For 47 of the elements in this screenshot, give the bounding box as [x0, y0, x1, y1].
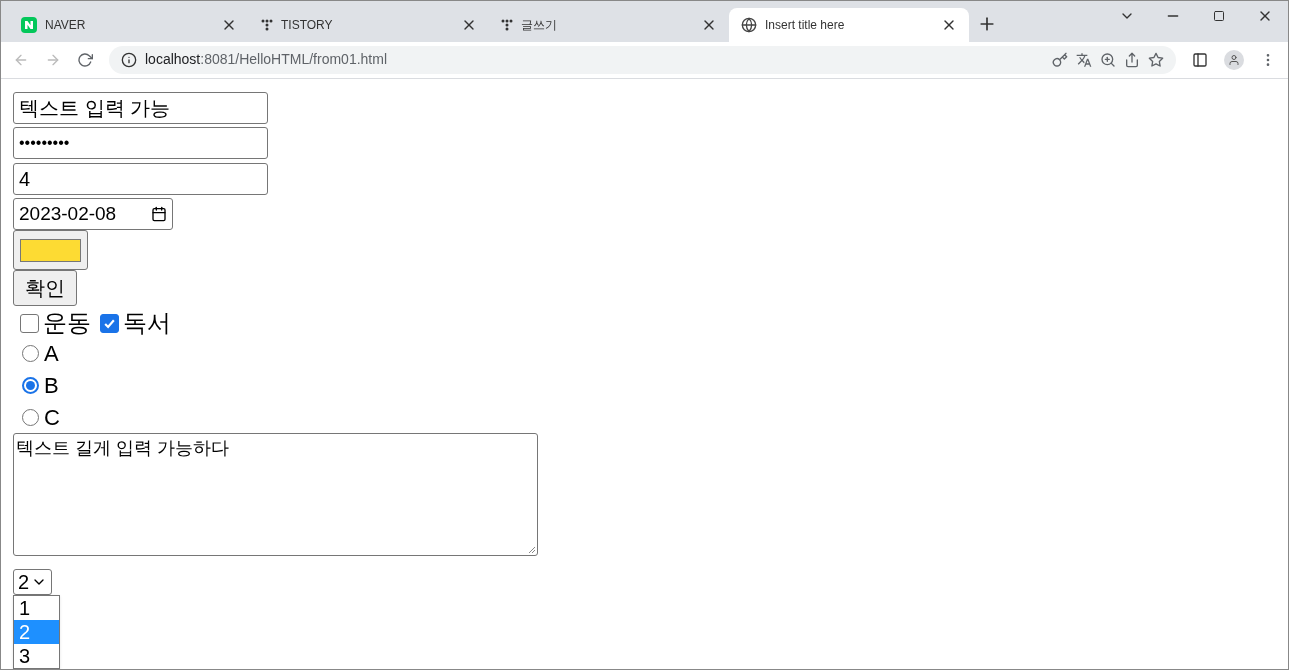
radio-button[interactable] — [22, 344, 39, 362]
radio-label: A — [44, 339, 59, 368]
radio-button[interactable] — [22, 376, 39, 394]
checkbox-label: 운동 — [43, 309, 91, 337]
dots-logo-icon — [501, 18, 513, 31]
date-value: 2023-02-08 — [19, 201, 117, 226]
tab-title: NAVER — [45, 16, 87, 34]
globe-icon — [741, 16, 757, 33]
maximize-icon[interactable] — [1213, 10, 1225, 22]
key-icon[interactable] — [1052, 51, 1068, 68]
address-bar[interactable]: localhost:8081/HelloHTML/from01.html — [109, 45, 1176, 74]
side-panel-icon[interactable] — [1192, 51, 1208, 68]
dropdown-option[interactable]: 3 — [14, 644, 59, 668]
info-icon[interactable] — [121, 51, 137, 68]
browser-tab[interactable]: 글쓰기 — [489, 7, 729, 42]
password-field[interactable]: ••••••••• — [13, 127, 268, 159]
text-input-field[interactable]: 텍스트 입력 가능 — [13, 92, 268, 124]
browser-tab[interactable]: NAVER — [9, 7, 249, 42]
checkbox[interactable] — [100, 313, 119, 333]
calendar-icon[interactable] — [151, 206, 167, 222]
radio-label: B — [44, 371, 59, 400]
radio-button[interactable] — [22, 408, 39, 426]
textarea-field[interactable]: 텍스트 길게 입력 가능하다 — [13, 433, 538, 556]
profile-avatar[interactable] — [1224, 49, 1244, 70]
share-icon[interactable] — [1124, 51, 1140, 68]
number-field[interactable]: 4 — [13, 163, 268, 195]
browser-tab[interactable]: TISTORY — [249, 7, 489, 42]
tab-title: Insert title here — [765, 16, 846, 34]
resize-handle-icon[interactable] — [528, 546, 536, 554]
checkbox-label: 독서 — [123, 309, 171, 337]
select-dropdown[interactable]: 2 — [13, 569, 53, 595]
browser-tab[interactable]: Insert title here — [729, 7, 969, 42]
date-field[interactable]: 2023-02-08 — [13, 198, 173, 230]
tab-title: TISTORY — [281, 16, 334, 34]
zoom-icon[interactable] — [1100, 51, 1116, 68]
color-picker[interactable] — [13, 230, 88, 270]
translate-icon[interactable] — [1076, 51, 1092, 68]
naver-logo-icon — [21, 16, 37, 33]
reload-icon[interactable] — [77, 51, 93, 68]
checkbox[interactable] — [20, 313, 39, 333]
dots-logo-icon — [261, 18, 273, 31]
submit-button[interactable]: 확인 — [13, 270, 77, 306]
url-text: localhost:8081/HelloHTML/from01.html — [145, 50, 388, 70]
radio-label: C — [44, 403, 60, 432]
star-icon[interactable] — [1148, 51, 1164, 68]
tab-title: 글쓰기 — [521, 16, 558, 34]
dropdown-option[interactable]: 1 — [14, 596, 59, 620]
